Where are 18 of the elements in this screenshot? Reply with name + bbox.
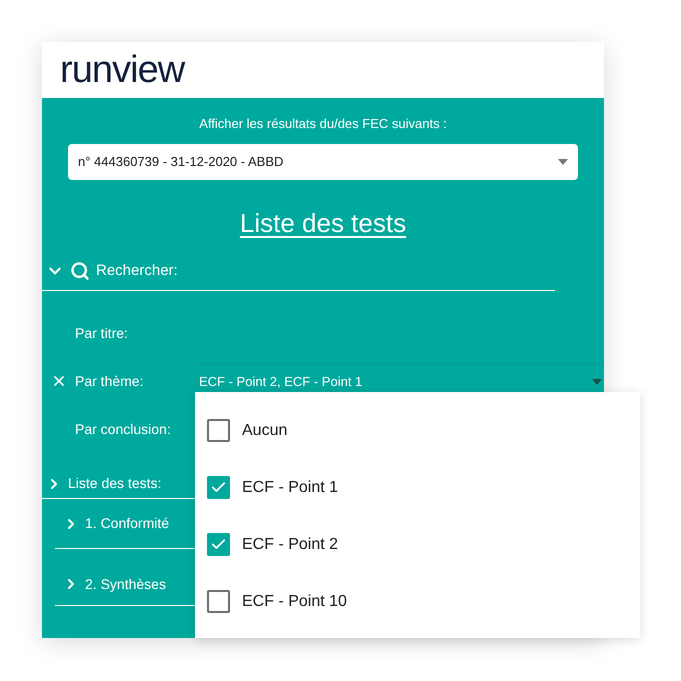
fec-select[interactable]: n° 444360739 - 31-12-2020 - ABBD xyxy=(68,144,578,180)
checkbox[interactable] xyxy=(207,590,230,613)
logo: runview xyxy=(60,51,184,89)
theme-option[interactable]: ECF - Point 10 xyxy=(207,573,355,630)
checkbox[interactable] xyxy=(207,476,230,499)
page-title: Liste des tests xyxy=(240,210,406,236)
fec-label: Afficher les résultats du/des FEC suivants : xyxy=(199,115,447,133)
checkbox[interactable] xyxy=(207,419,230,442)
filter-label: Par thème: xyxy=(75,372,144,390)
theme-option[interactable]: ECF - Point 2 xyxy=(207,516,346,573)
search-icon xyxy=(70,260,90,281)
theme-option[interactable]: Aucun xyxy=(207,402,296,459)
filter-label: Par conclusion: xyxy=(75,420,172,438)
checkbox[interactable] xyxy=(207,533,230,556)
filter-label: Par titre: xyxy=(75,324,129,342)
theme-option[interactable]: ECF - Point 1 xyxy=(207,459,346,516)
dropdown-caret-icon xyxy=(558,158,568,164)
dropdown-caret-icon xyxy=(592,378,602,384)
